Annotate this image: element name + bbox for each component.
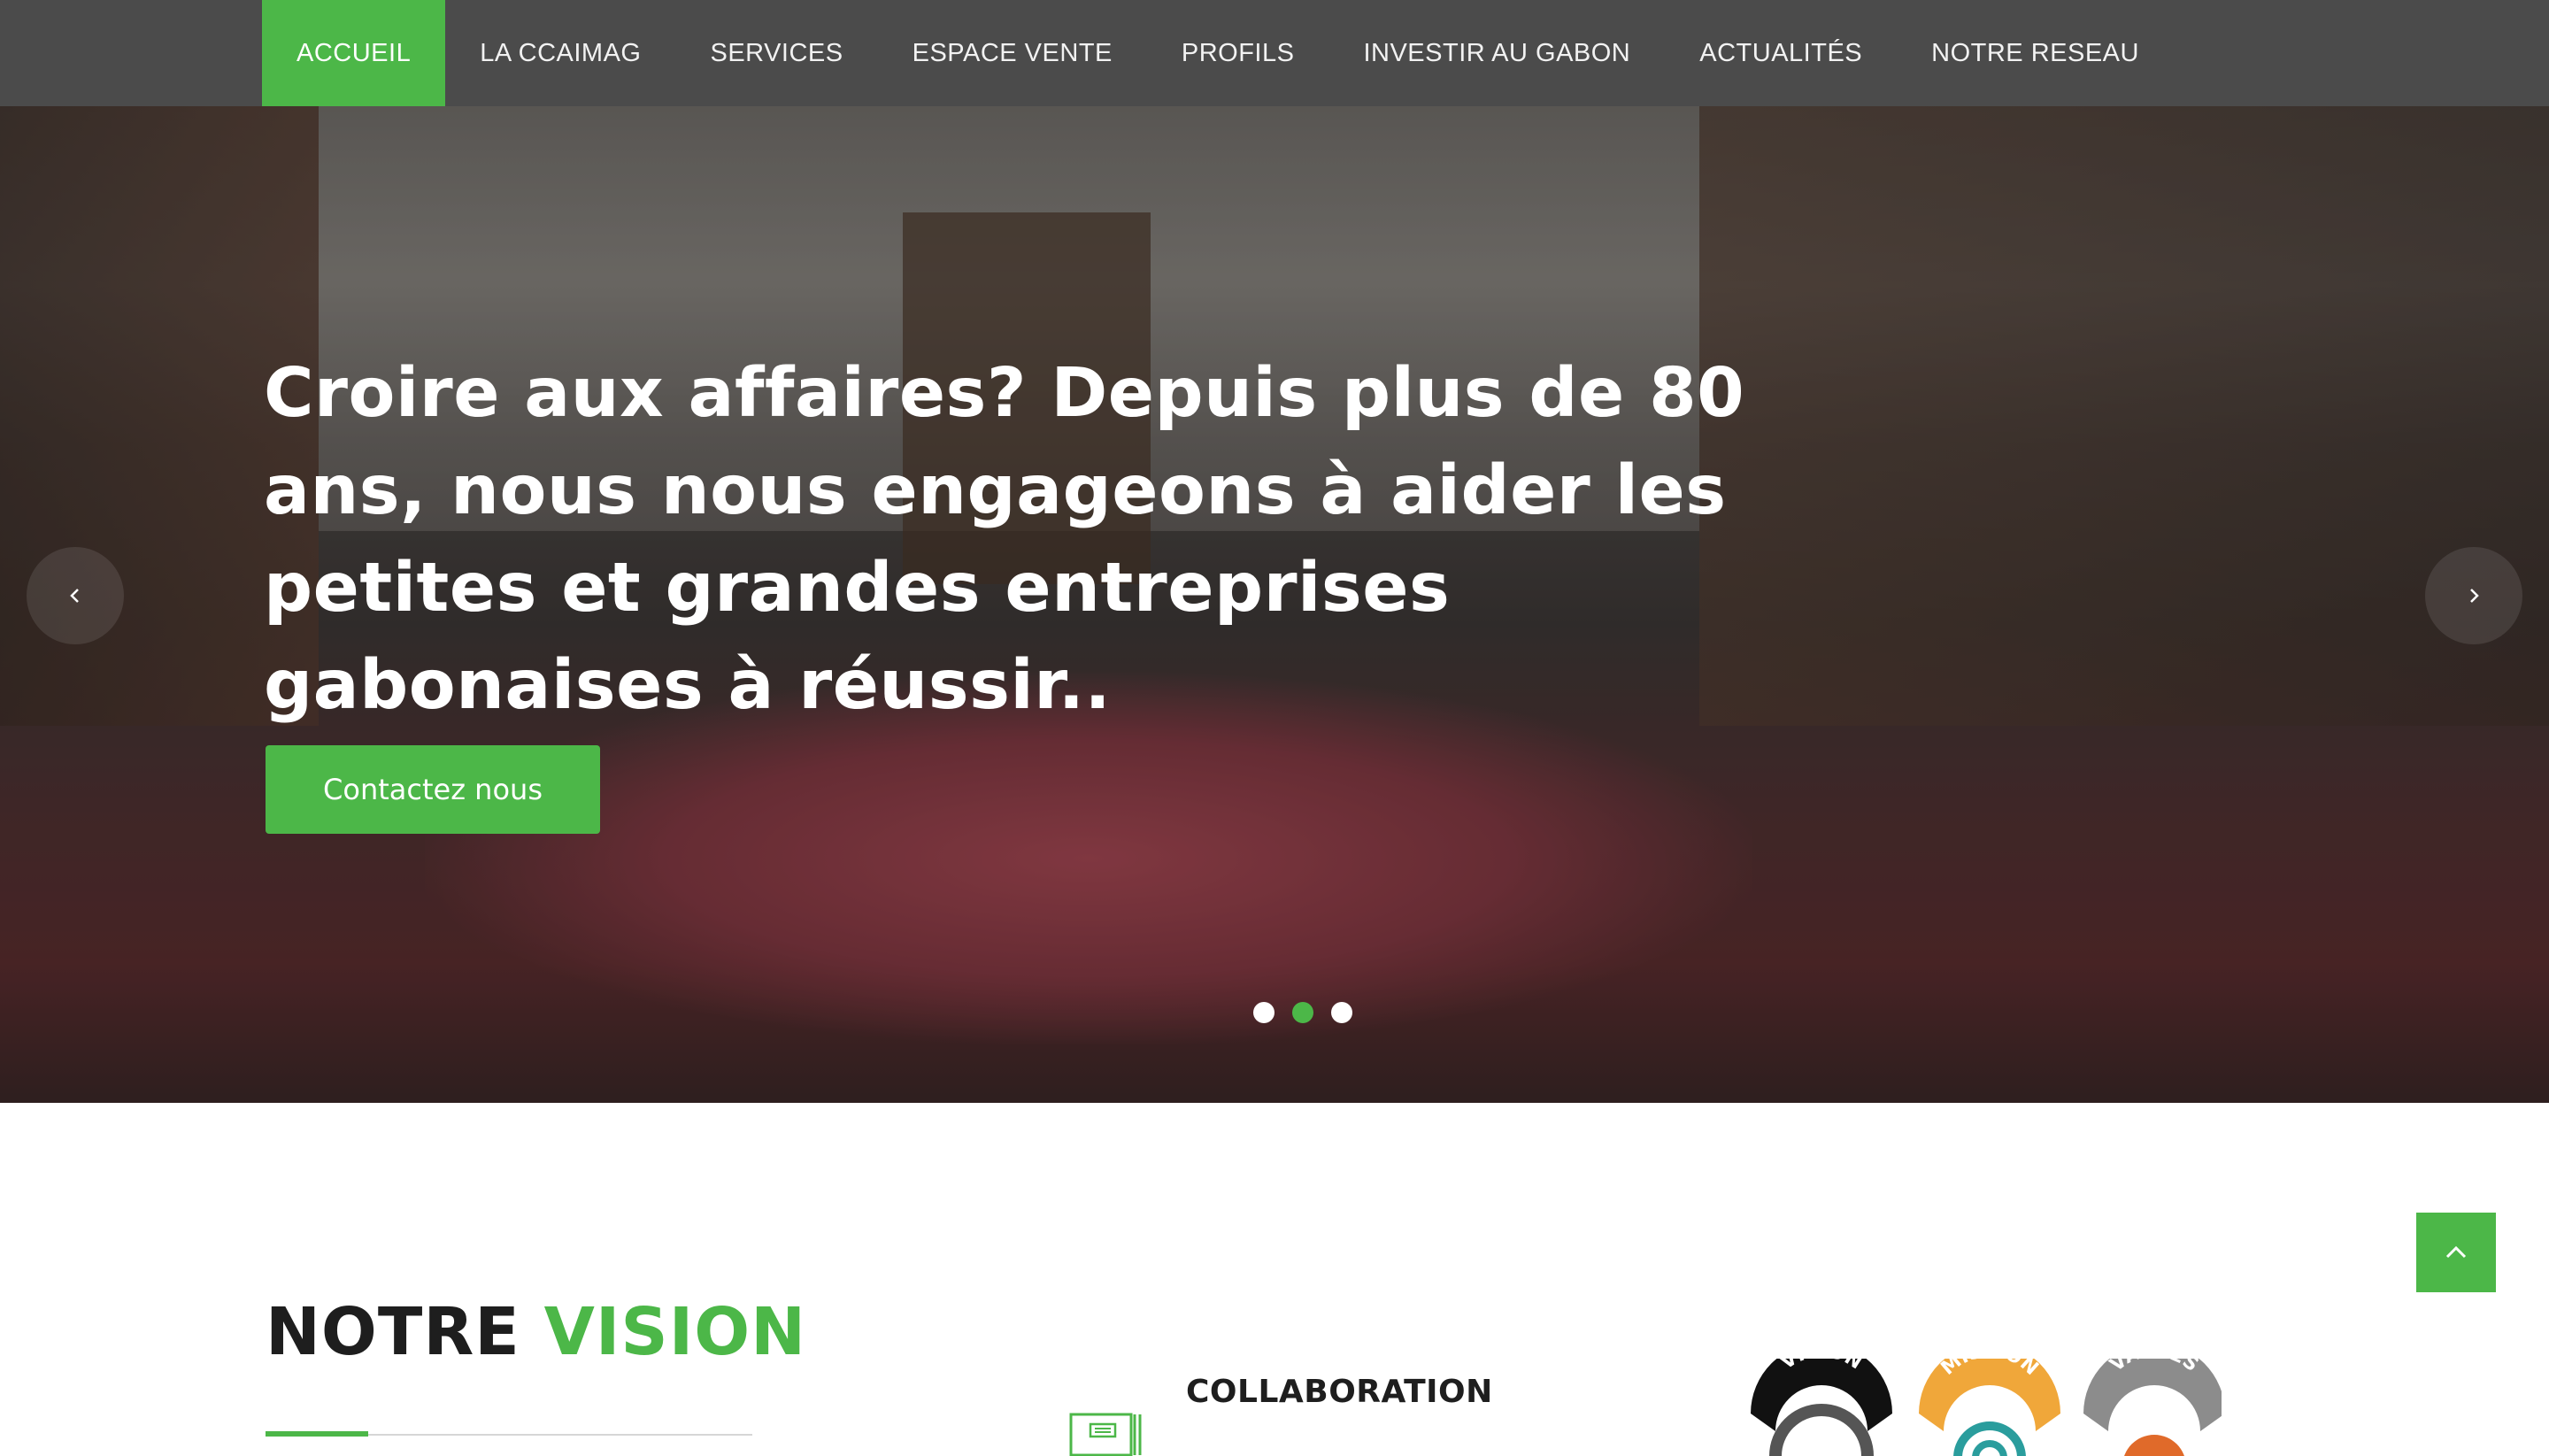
collaboration-title: COLLABORATION bbox=[1186, 1374, 1493, 1410]
slider-next-button[interactable] bbox=[2425, 547, 2522, 644]
vision-title-prefix: NOTRE bbox=[266, 1294, 520, 1370]
nav-item-services[interactable]: SERVICES bbox=[675, 0, 877, 106]
vision-section-title: NOTRE VISION bbox=[266, 1294, 806, 1370]
section-divider-accent bbox=[266, 1431, 368, 1437]
top-navigation: ACCUEIL LA CCAIMAG SERVICES ESPACE VENTE… bbox=[0, 0, 2549, 106]
mission-badge: MISSION bbox=[1919, 1359, 2060, 1456]
vision-badge: VISION bbox=[1751, 1359, 1892, 1456]
nav-item-accueil[interactable]: ACCUEIL bbox=[262, 0, 446, 106]
scroll-to-top-button[interactable] bbox=[2416, 1213, 2496, 1292]
nav-item-profils[interactable]: PROFILS bbox=[1147, 0, 1329, 106]
nav-item-investir-au-gabon[interactable]: INVESTIR AU GABON bbox=[1328, 0, 1665, 106]
vision-title-accent: VISION bbox=[543, 1294, 807, 1370]
values-badge: VALUES bbox=[2083, 1359, 2222, 1456]
slider-dot-3[interactable] bbox=[1331, 1002, 1352, 1023]
slider-pagination bbox=[1253, 1002, 1352, 1023]
nav-menu: ACCUEIL LA CCAIMAG SERVICES ESPACE VENTE… bbox=[262, 0, 2174, 106]
nav-item-espace-vente[interactable]: ESPACE VENTE bbox=[878, 0, 1147, 106]
collaboration-icon bbox=[1069, 1413, 1142, 1456]
nav-item-notre-reseau[interactable]: NOTRE RESEAU bbox=[1897, 0, 2174, 106]
slider-dot-1[interactable] bbox=[1253, 1002, 1274, 1023]
hero-headline: Croire aux affaires? Depuis plus de 80 a… bbox=[264, 354, 1745, 725]
contact-us-button[interactable]: Contactez nous bbox=[266, 745, 600, 834]
nav-item-la-ccaimag[interactable]: LA CCAIMAG bbox=[445, 0, 675, 106]
hero-slider: Croire aux affaires? Depuis plus de 80 a… bbox=[0, 106, 2549, 1103]
slider-dot-2[interactable] bbox=[1292, 1002, 1313, 1023]
vision-mission-values-badges: VISION MISSION VALUES bbox=[1751, 1359, 2222, 1456]
nav-item-actualites[interactable]: ACTUALITÉS bbox=[1665, 0, 1897, 106]
chevron-up-icon bbox=[2445, 1245, 2467, 1259]
chevron-left-icon bbox=[70, 589, 79, 603]
slider-prev-button[interactable] bbox=[27, 547, 124, 644]
chevron-right-icon bbox=[2470, 589, 2479, 603]
